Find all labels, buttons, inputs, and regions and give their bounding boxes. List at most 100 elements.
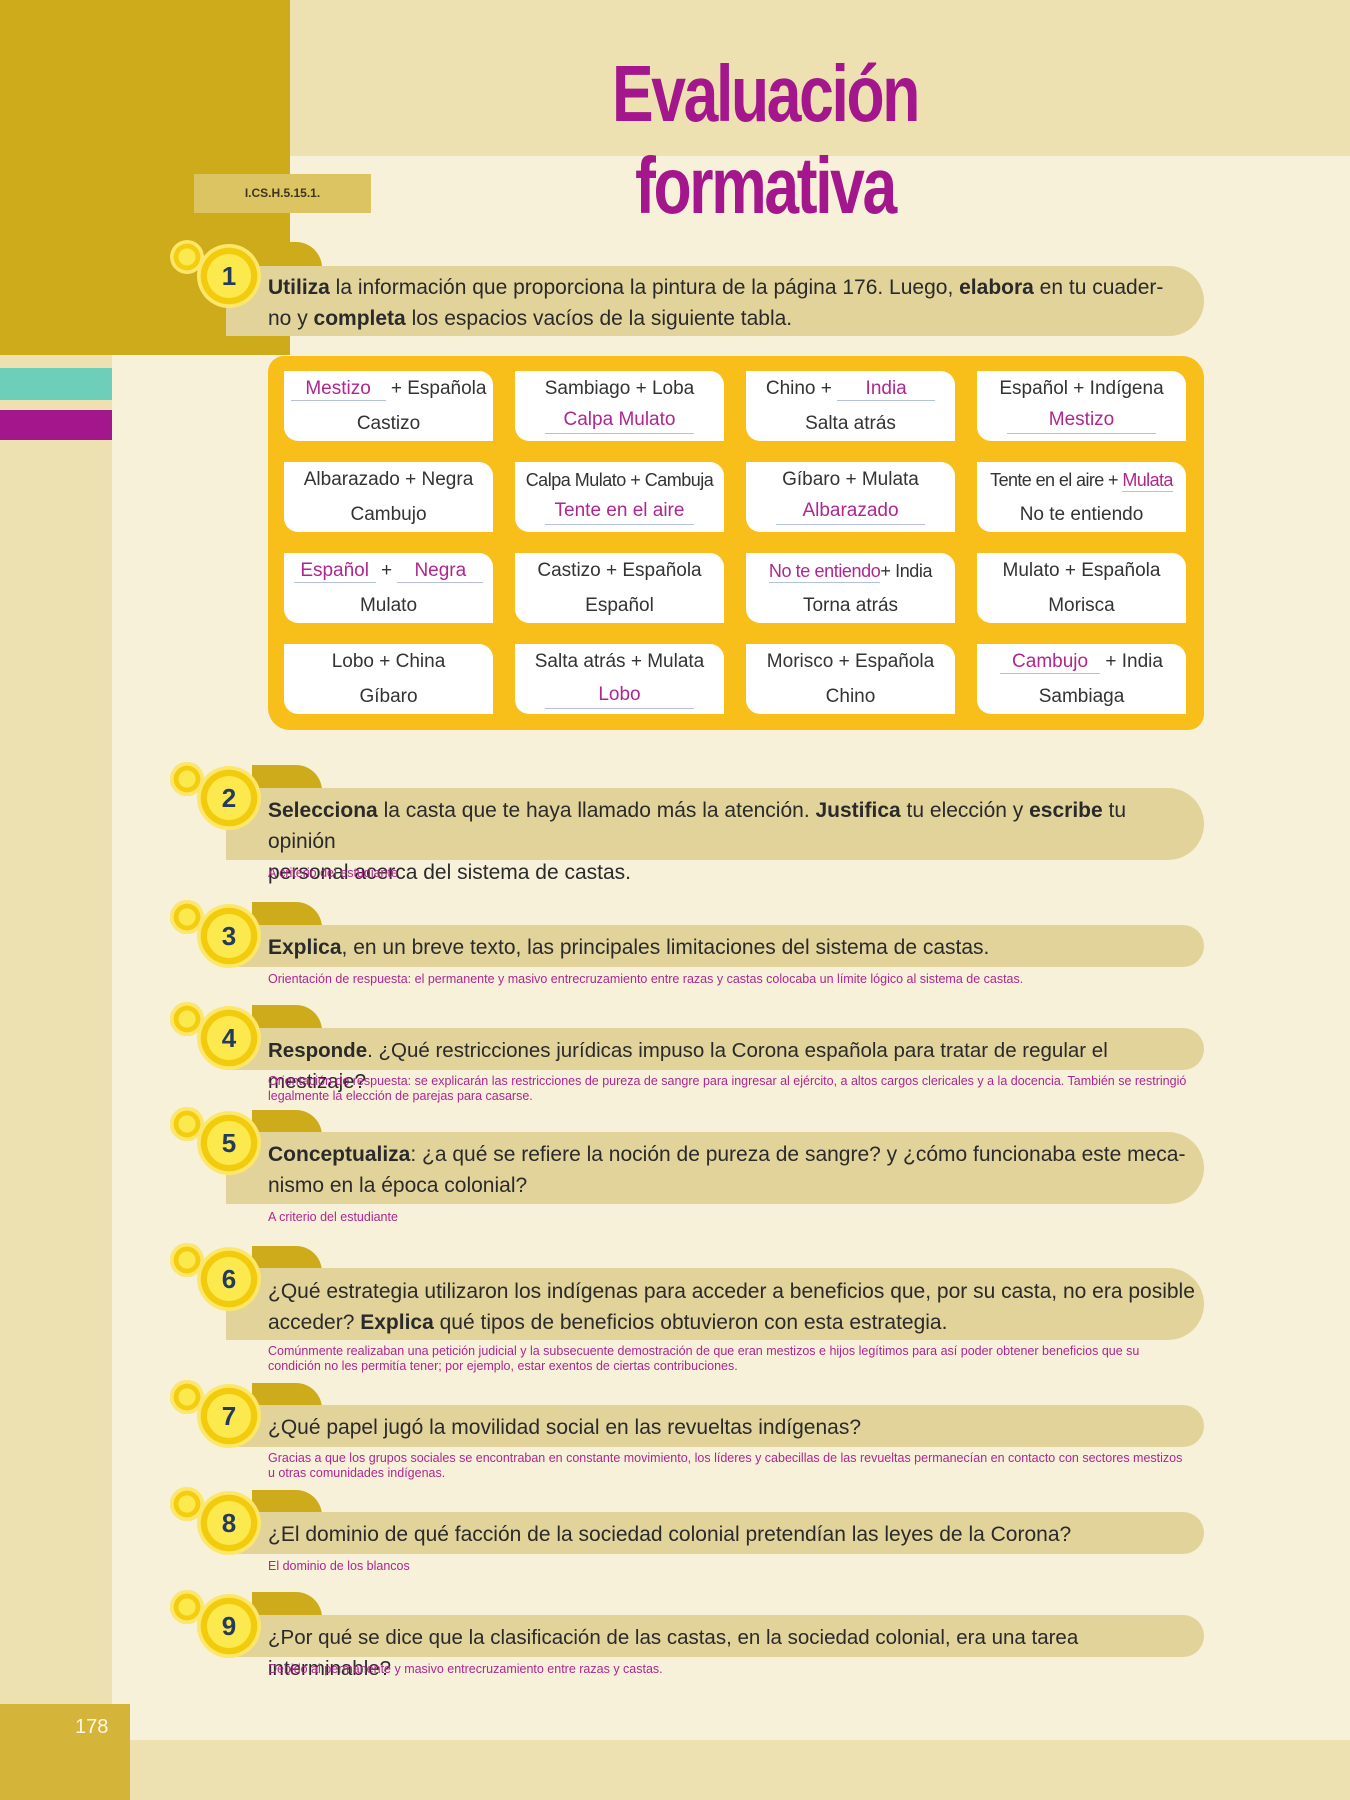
question-number-badge: 7 bbox=[170, 1380, 261, 1450]
question-number-badge: 3 bbox=[170, 900, 261, 970]
verb: Explica bbox=[360, 1311, 434, 1334]
table-cell: Castizo + Española Español bbox=[515, 553, 724, 623]
page-number-box bbox=[0, 1704, 130, 1800]
cell-text: Español + Indígena bbox=[999, 378, 1164, 399]
table-cell: Mestizo + Española Castizo bbox=[284, 371, 493, 441]
question-6-text: ¿Qué estrategia utilizaron los indígenas… bbox=[268, 1276, 1198, 1338]
question-number-badge: 4 bbox=[170, 1002, 261, 1072]
page-number: 178 bbox=[75, 1716, 109, 1738]
question-number: 5 bbox=[221, 1128, 237, 1158]
filled-blank: Español bbox=[293, 560, 376, 583]
cell-text: + India bbox=[1105, 651, 1163, 672]
table-cell: Mulato + Española Morisca bbox=[977, 553, 1186, 623]
page-title: Evaluación formativa bbox=[611, 49, 920, 230]
cell-text: + bbox=[380, 560, 393, 581]
cell-result: Cambujo bbox=[350, 504, 427, 525]
answer-text: El dominio de los blancos bbox=[268, 1559, 410, 1573]
filled-blank: Cambujo bbox=[1000, 651, 1101, 674]
text: : ¿a qué se refiere la noción de pureza … bbox=[410, 1143, 1186, 1166]
answer-text: A criterio del estudiante bbox=[268, 1210, 398, 1224]
filled-blank: Mestizo bbox=[1007, 407, 1156, 434]
question-number: 4 bbox=[221, 1023, 237, 1053]
question-number: 8 bbox=[221, 1508, 237, 1538]
question-5-text: Conceptualiza: ¿a qué se refiere la noci… bbox=[268, 1139, 1198, 1201]
filled-blank: Calpa Mulato bbox=[545, 407, 694, 434]
table-cell: Salta atrás + Mulata Lobo bbox=[515, 644, 724, 714]
question-number-badge: 5 bbox=[170, 1107, 261, 1177]
verb: Responde bbox=[268, 1039, 368, 1062]
filled-blank: Albarazado bbox=[776, 498, 925, 525]
question-number: 6 bbox=[221, 1264, 237, 1294]
question-number-badge: 6 bbox=[170, 1243, 261, 1313]
filled-blank: Mulata bbox=[1122, 470, 1173, 492]
cell-text: Albarazado + Negra bbox=[303, 469, 474, 490]
cell-result: Salta atrás bbox=[805, 413, 896, 434]
answer-text: Gracias a que los grupos sociales se enc… bbox=[268, 1451, 1206, 1481]
filled-blank: Tente en el aire bbox=[545, 498, 694, 525]
teal-stripe bbox=[0, 368, 112, 400]
text: ¿Qué estrategia utilizaron los indígenas… bbox=[268, 1280, 1195, 1303]
text: la información que proporciona la pintur… bbox=[329, 276, 960, 299]
table-cell: Albarazado + Negra Cambujo bbox=[284, 462, 493, 532]
answer-line: legalmente la elección de parejas para c… bbox=[268, 1089, 533, 1103]
cell-result: Español bbox=[585, 595, 654, 616]
table-cell: Chino + India Salta atrás bbox=[746, 371, 955, 441]
answer-text: Orientación de respuesta: se explicarán … bbox=[268, 1074, 1206, 1104]
answer-line: Orientación de respuesta: se explicarán … bbox=[268, 1074, 1187, 1088]
verb: Utiliza bbox=[268, 276, 330, 299]
verb: completa bbox=[313, 307, 406, 330]
text: la casta que te haya llamado más la aten… bbox=[377, 799, 816, 822]
table-cell: Lobo + China Gíbaro bbox=[284, 644, 493, 714]
cell-text: Calpa Mulato + Cambuja bbox=[525, 470, 714, 490]
answer-text: Orientación de respuesta: el permanente … bbox=[268, 972, 1024, 986]
answer-line: Comúnmente realizaban una petición judic… bbox=[268, 1344, 1140, 1358]
table-cell: Cambujo + India Sambiaga bbox=[977, 644, 1186, 714]
answer-line: Gracias a que los grupos sociales se enc… bbox=[268, 1451, 1183, 1465]
verb: Conceptualiza bbox=[268, 1143, 411, 1166]
verb: elabora bbox=[959, 276, 1034, 299]
question-number: 3 bbox=[221, 921, 237, 951]
table-cell: Gíbaro + Mulata Albarazado bbox=[746, 462, 955, 532]
filled-blank: Lobo bbox=[545, 682, 694, 709]
filled-blank: India bbox=[837, 378, 936, 401]
verb: Justifica bbox=[815, 799, 901, 822]
question-number: 1 bbox=[221, 261, 237, 291]
text: tu elección y bbox=[900, 799, 1030, 822]
answer-text: Debido al permanente y masivo entrecruza… bbox=[268, 1662, 663, 1676]
text: los espacios vacíos de la siguiente tabl… bbox=[405, 307, 793, 330]
magenta-stripe bbox=[0, 410, 112, 440]
footer-band bbox=[112, 1740, 1350, 1800]
cell-text: Lobo + China bbox=[331, 651, 446, 672]
question-number-badge: 1 bbox=[170, 240, 261, 310]
cell-text: Tente en el aire + bbox=[990, 470, 1118, 490]
question-number: 2 bbox=[221, 783, 237, 813]
cell-result: Gíbaro bbox=[359, 686, 418, 707]
verb: Selecciona bbox=[268, 799, 378, 822]
cell-text: Morisco + Española bbox=[766, 651, 935, 672]
cell-result: Torna atrás bbox=[802, 595, 899, 616]
filled-blank: Negra bbox=[397, 560, 484, 583]
cell-text: Sambiago + Loba bbox=[544, 378, 695, 399]
filled-blank: Mestizo bbox=[290, 378, 386, 401]
table-cell: Sambiago + Loba Calpa Mulato bbox=[515, 371, 724, 441]
table-cell: No te entiendo+ India Torna atrás bbox=[746, 553, 955, 623]
question-number-badge: 8 bbox=[170, 1487, 261, 1557]
cell-result: No te entiendo bbox=[1019, 504, 1144, 525]
table-cell: Español + Indígena Mestizo bbox=[977, 371, 1186, 441]
cell-text: + Española bbox=[390, 378, 487, 399]
cell-result: Mulato bbox=[359, 595, 418, 616]
table-cell: Morisco + Española Chino bbox=[746, 644, 955, 714]
cell-result: Sambiaga bbox=[1038, 686, 1125, 707]
question-number-badge: 2 bbox=[170, 762, 261, 832]
question-number: 9 bbox=[221, 1611, 237, 1641]
table-cell: Calpa Mulato + Cambuja Tente en el aire bbox=[515, 462, 724, 532]
question-number: 7 bbox=[221, 1401, 237, 1431]
cell-text: + India bbox=[880, 561, 933, 581]
text: qué tipos de beneficios obtuvieron con e… bbox=[433, 1311, 948, 1334]
question-8-text: ¿El dominio de qué facción de la socieda… bbox=[268, 1523, 1072, 1546]
cell-text: Castizo + Española bbox=[537, 560, 702, 581]
text: , en un breve texto, las principales lim… bbox=[341, 936, 990, 959]
cell-result: Morisca bbox=[1048, 595, 1115, 616]
cell-text: Gíbaro + Mulata bbox=[782, 469, 919, 490]
cell-text: Chino + bbox=[765, 378, 832, 399]
